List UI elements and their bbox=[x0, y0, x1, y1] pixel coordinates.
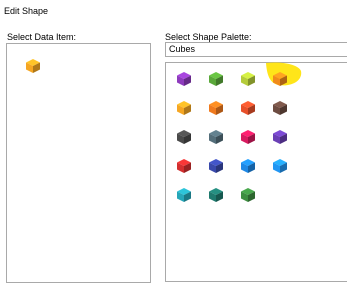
data-item-label: Select Data Item: bbox=[7, 32, 77, 42]
shape-palette-dropdown[interactable]: Cubes bbox=[165, 42, 347, 57]
shape-palette-label: Select Shape Palette: bbox=[165, 32, 252, 42]
shape-palette-grid[interactable] bbox=[165, 62, 347, 282]
selection-highlight bbox=[266, 62, 302, 86]
cube-yellow-green-icon[interactable] bbox=[240, 71, 256, 87]
cube-teal-icon[interactable] bbox=[208, 187, 224, 203]
cube-violet-icon[interactable] bbox=[272, 129, 288, 145]
cube-magenta-icon[interactable] bbox=[240, 129, 256, 145]
cube-red-orange-icon[interactable] bbox=[240, 100, 256, 116]
cube-red-icon[interactable] bbox=[176, 158, 192, 174]
cube-orange-icon[interactable] bbox=[176, 100, 192, 116]
cube-light-blue-icon[interactable] bbox=[272, 158, 288, 174]
data-item-list[interactable] bbox=[6, 43, 151, 283]
cube-brown-icon[interactable] bbox=[272, 100, 288, 116]
cube-blue-icon[interactable] bbox=[240, 158, 256, 174]
cube-slate-icon[interactable] bbox=[208, 129, 224, 145]
cube-cyan-icon[interactable] bbox=[176, 187, 192, 203]
shape-palette-selected: Cubes bbox=[169, 44, 196, 54]
dialog-title: Edit Shape bbox=[4, 6, 49, 16]
data-item-cube-icon[interactable] bbox=[25, 58, 41, 74]
cube-purple-icon[interactable] bbox=[176, 71, 192, 87]
cube-forest-green-icon[interactable] bbox=[240, 187, 256, 203]
cube-green-icon[interactable] bbox=[208, 71, 224, 87]
cube-orange-selected-icon[interactable] bbox=[272, 71, 288, 87]
cube-dark-gray-icon[interactable] bbox=[176, 129, 192, 145]
cube-dark-orange-icon[interactable] bbox=[208, 100, 224, 116]
cube-indigo-icon[interactable] bbox=[208, 158, 224, 174]
